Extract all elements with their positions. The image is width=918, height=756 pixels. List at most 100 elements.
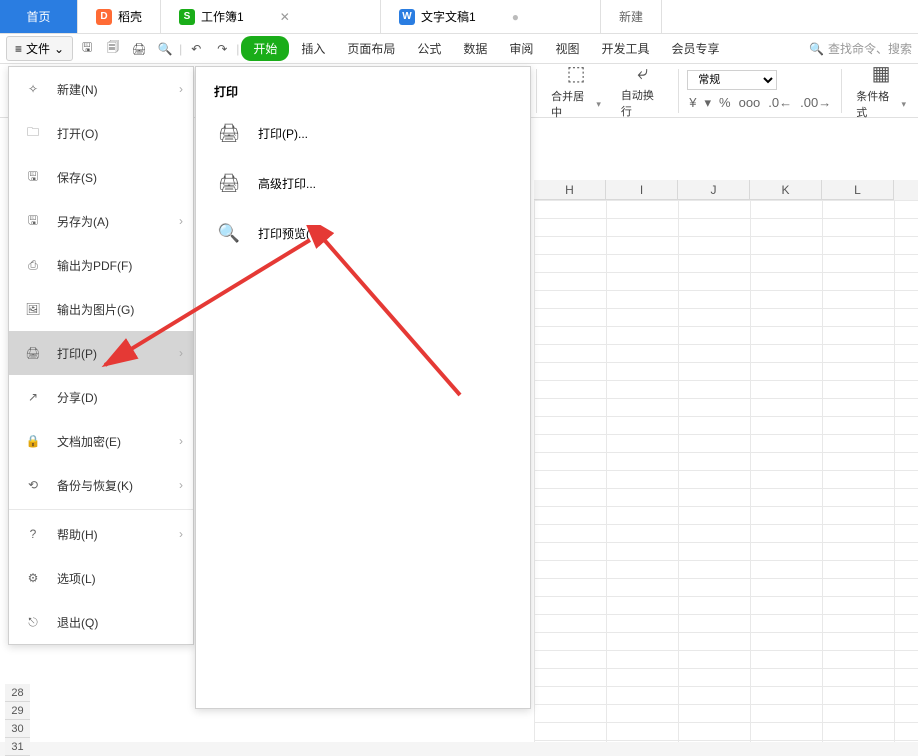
file-menu-save-as[interactable]: 🖫 另存为(A) › bbox=[9, 199, 193, 243]
file-menu-help[interactable]: ? 帮助(H) › bbox=[9, 512, 193, 556]
file-button[interactable]: ≡ 文件 ⌄ bbox=[6, 36, 73, 61]
file-menu-new[interactable]: ✧ 新建(N) › bbox=[9, 67, 193, 111]
merge-center-button[interactable]: ⬚ 合并居中▾ bbox=[545, 59, 607, 122]
print-icon: 🖨 bbox=[23, 343, 43, 363]
file-menu-backup[interactable]: ⟲ 备份与恢复(K) › bbox=[9, 463, 193, 507]
row-header[interactable]: 28 bbox=[5, 684, 30, 702]
col-header[interactable]: K bbox=[750, 180, 822, 200]
spreadsheet-icon: S bbox=[179, 9, 195, 25]
print-icon: 🖨 bbox=[218, 122, 240, 144]
toolbar-save-icon[interactable]: 🖫 bbox=[75, 37, 99, 61]
chevron-right-icon: › bbox=[179, 82, 183, 96]
file-menu-options[interactable]: ⚙ 选项(L) bbox=[9, 556, 193, 600]
menu-label: 选项(L) bbox=[57, 570, 96, 587]
submenu-label: 高级打印... bbox=[258, 175, 316, 192]
tab-label: 文字文稿1 bbox=[421, 8, 476, 25]
menu-label: 帮助(H) bbox=[57, 526, 98, 543]
doc-icon: W bbox=[399, 9, 415, 25]
chevron-down-icon: ⌄ bbox=[54, 42, 64, 56]
menu-label: 打开(O) bbox=[57, 125, 98, 142]
menu-label: 备份与恢复(K) bbox=[57, 477, 133, 494]
submenu-print-preview[interactable]: 🔍 打印预览(V) bbox=[196, 208, 530, 258]
currency-icon[interactable]: ¥ bbox=[687, 94, 698, 112]
file-menu-export-pdf[interactable]: ⎙ 输出为PDF(F) bbox=[9, 243, 193, 287]
chevron-right-icon: › bbox=[179, 346, 183, 360]
menu-label: 退出(Q) bbox=[57, 614, 98, 631]
save-icon: 🖫 bbox=[23, 167, 43, 187]
submenu-label: 打印预览(V) bbox=[258, 225, 322, 242]
save-as-icon: 🖫 bbox=[23, 211, 43, 231]
ribbon-tab-data[interactable]: 数据 bbox=[453, 36, 497, 61]
col-header[interactable]: I bbox=[606, 180, 678, 200]
number-format-select[interactable]: 常规 bbox=[687, 70, 777, 90]
search-icon: 🔍 bbox=[809, 42, 824, 56]
col-header[interactable]: H bbox=[534, 180, 606, 200]
inc-decimal-icon[interactable]: .0← bbox=[766, 94, 794, 112]
submenu-title: 打印 bbox=[196, 67, 530, 108]
chevron-right-icon: › bbox=[179, 527, 183, 541]
row-header[interactable]: 29 bbox=[5, 702, 30, 720]
tab-new[interactable]: 新建 bbox=[601, 0, 662, 33]
undo-icon[interactable]: ↶ bbox=[184, 37, 208, 61]
ribbon-tab-formula[interactable]: 公式 bbox=[407, 36, 451, 61]
row-header[interactable]: 30 bbox=[5, 720, 30, 738]
hamburger-icon: ≡ bbox=[15, 42, 22, 56]
percent-icon[interactable]: % bbox=[717, 94, 733, 112]
ribbon-tab-start[interactable]: 开始 bbox=[241, 36, 289, 61]
chevron-right-icon: › bbox=[179, 214, 183, 228]
condfmt-icon: ▦ bbox=[872, 61, 891, 86]
menu-label: 打印(P) bbox=[57, 345, 97, 362]
file-menu-export-image[interactable]: 🖼 输出为图片(G) bbox=[9, 287, 193, 331]
submenu-print[interactable]: 🖨 打印(P)... bbox=[196, 108, 530, 158]
tab-workbook[interactable]: S 工作簿1 ✕ bbox=[161, 0, 381, 33]
gear-icon: ⚙ bbox=[23, 568, 43, 588]
search-placeholder: 查找命令、搜索 bbox=[828, 40, 912, 57]
ribbon-tab-insert[interactable]: 插入 bbox=[291, 36, 335, 61]
toolbar-preview-icon[interactable]: 🔍 bbox=[153, 37, 177, 61]
dropdown-icon[interactable]: ▾ bbox=[703, 94, 714, 112]
tab-doc[interactable]: W 文字文稿1 ● bbox=[381, 0, 601, 33]
ribbon-tab-member[interactable]: 会员专享 bbox=[661, 36, 729, 61]
dec-decimal-icon[interactable]: .00→ bbox=[798, 94, 833, 112]
redo-icon[interactable]: ↷ bbox=[210, 37, 234, 61]
cond-format-button[interactable]: ▦ 条件格式▾ bbox=[850, 59, 912, 122]
column-headers: H I J K L bbox=[534, 180, 918, 200]
separator bbox=[678, 69, 679, 113]
tab-daoke[interactable]: D 稻壳 bbox=[78, 0, 161, 33]
file-menu-save[interactable]: 🖫 保存(S) bbox=[9, 155, 193, 199]
file-menu-exit[interactable]: ⎋ 退出(Q) bbox=[9, 600, 193, 644]
separator bbox=[841, 69, 842, 113]
toolbar-print-icon[interactable]: 🖨 bbox=[127, 37, 151, 61]
menu-label: 另存为(A) bbox=[57, 213, 109, 230]
ribbon-tab-review[interactable]: 审阅 bbox=[499, 36, 543, 61]
tab-home[interactable]: 首页 bbox=[0, 0, 78, 33]
row-headers: 28 29 30 31 bbox=[5, 684, 30, 756]
tab-label: 稻壳 bbox=[118, 8, 142, 25]
toolbar-save-as-icon[interactable]: 🗐 bbox=[101, 37, 125, 61]
col-header[interactable]: J bbox=[678, 180, 750, 200]
wrap-label: 自动换行 bbox=[621, 87, 664, 119]
file-menu-encrypt[interactable]: 🔒 文档加密(E) › bbox=[9, 419, 193, 463]
close-icon[interactable]: ✕ bbox=[280, 10, 290, 24]
command-search[interactable]: 🔍 查找命令、搜索 bbox=[809, 40, 912, 57]
chevron-right-icon: › bbox=[179, 434, 183, 448]
backup-icon: ⟲ bbox=[23, 475, 43, 495]
ribbon-tab-dev[interactable]: 开发工具 bbox=[591, 36, 659, 61]
file-menu-print[interactable]: 🖨 打印(P) › bbox=[9, 331, 193, 375]
tab-label: 新建 bbox=[619, 8, 643, 25]
col-header[interactable]: L bbox=[822, 180, 894, 200]
file-menu-open[interactable]: 🗀 打开(O) bbox=[9, 111, 193, 155]
row-header[interactable]: 31 bbox=[5, 738, 30, 756]
file-button-label: 文件 bbox=[26, 40, 50, 57]
menu-label: 新建(N) bbox=[57, 81, 98, 98]
file-menu-share[interactable]: ↗ 分享(D) bbox=[9, 375, 193, 419]
separator bbox=[536, 69, 537, 113]
autowrap-button[interactable]: ⤶ 自动换行 bbox=[615, 60, 670, 121]
grid-lines bbox=[534, 200, 918, 742]
comma-icon[interactable]: ooo bbox=[737, 94, 763, 112]
ribbon-tab-layout[interactable]: 页面布局 bbox=[337, 36, 405, 61]
lock-icon: 🔒 bbox=[23, 431, 43, 451]
ribbon-tab-view[interactable]: 视图 bbox=[545, 36, 589, 61]
submenu-advanced-print[interactable]: 🖨 高级打印... bbox=[196, 158, 530, 208]
merge-label: 合并居中 bbox=[551, 88, 594, 120]
